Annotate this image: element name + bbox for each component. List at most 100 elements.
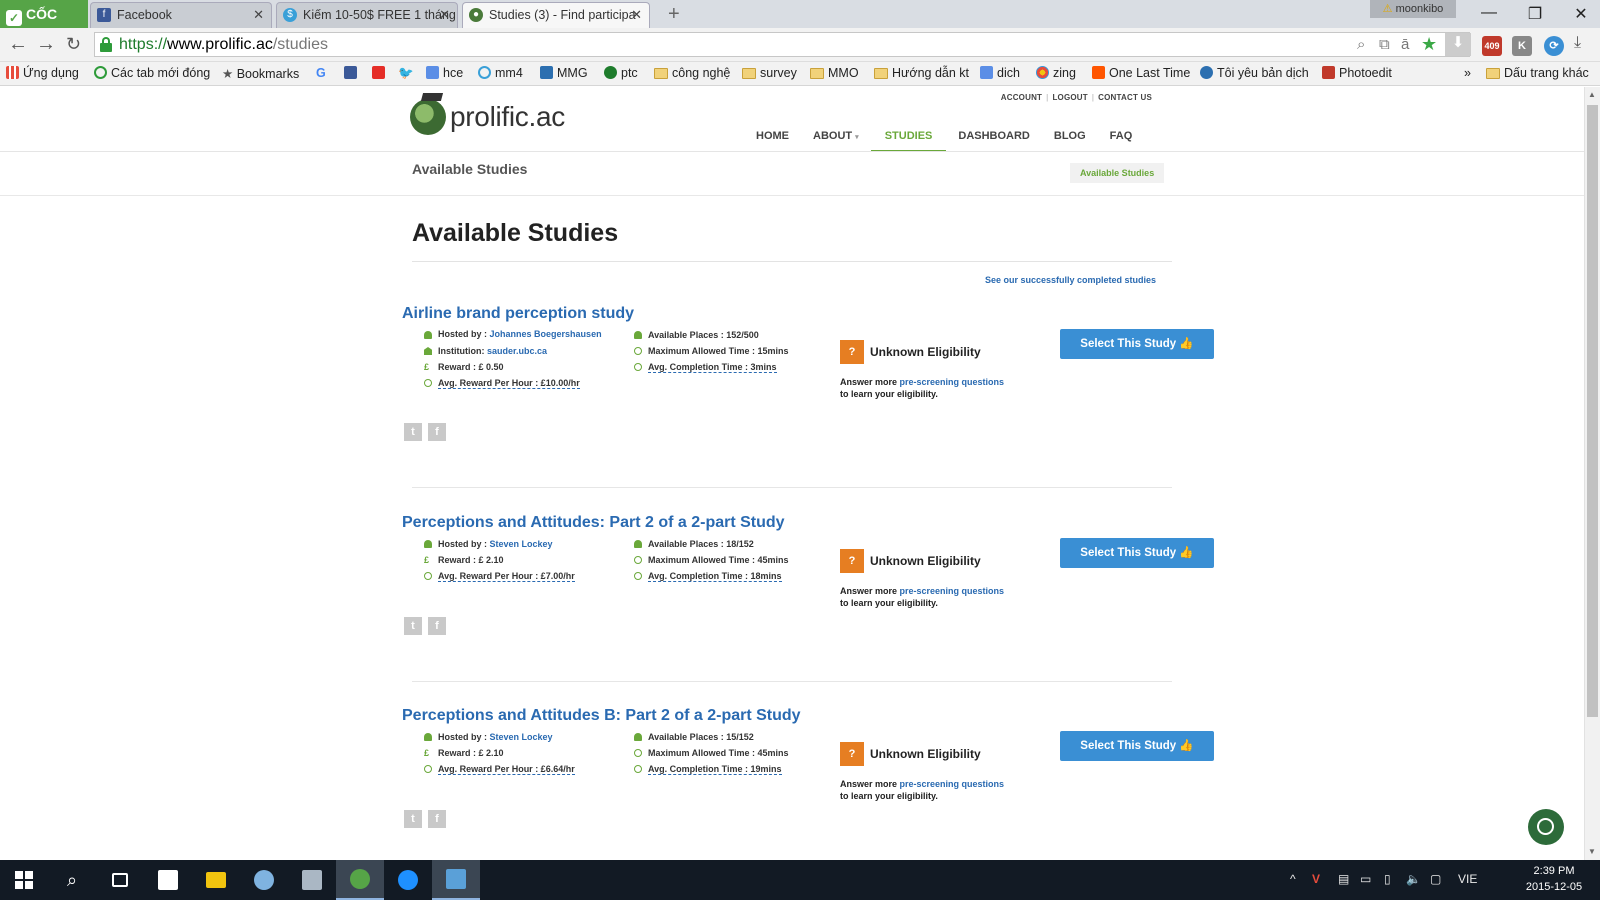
close-icon[interactable]: ✕ bbox=[439, 3, 450, 27]
bookmark-bookmarks[interactable]: ★ Bookmarks bbox=[222, 66, 299, 81]
facebook-share-icon[interactable]: f bbox=[428, 423, 446, 441]
study-title[interactable]: Airline brand perception study bbox=[402, 305, 634, 323]
facebook-share-icon[interactable]: f bbox=[428, 810, 446, 828]
nav-home[interactable]: HOME bbox=[744, 124, 801, 152]
bookmark-dich[interactable]: dich bbox=[980, 66, 1020, 80]
vivaldi-tray-icon[interactable]: V bbox=[1312, 872, 1320, 886]
study-title[interactable]: Perceptions and Attitudes: Part 2 of a 2… bbox=[402, 514, 785, 532]
back-icon[interactable]: ← bbox=[8, 33, 28, 56]
bookmark-recent-tabs[interactable]: Các tab mới đóng bbox=[94, 66, 210, 80]
bookmark-folder-huong-dan[interactable]: Hướng dẫn kt bbox=[874, 66, 969, 80]
store-icon[interactable] bbox=[144, 860, 192, 900]
minimize-icon[interactable]: — bbox=[1474, 4, 1504, 22]
close-icon[interactable]: ✕ bbox=[631, 3, 642, 27]
bookmark-mm4[interactable]: mm4 bbox=[478, 66, 523, 80]
vertical-scrollbar[interactable]: ▲ ▼ bbox=[1584, 87, 1600, 860]
task-view-icon[interactable] bbox=[96, 860, 144, 900]
close-window-icon[interactable]: ✕ bbox=[1566, 4, 1596, 24]
restore-icon[interactable]: ❐ bbox=[1520, 4, 1550, 24]
nav-dashboard[interactable]: DASHBOARD bbox=[946, 124, 1042, 152]
bookmark-folder-mmo[interactable]: MMO bbox=[810, 66, 859, 80]
close-icon[interactable]: ✕ bbox=[253, 3, 264, 27]
app-window-icon[interactable] bbox=[288, 860, 336, 900]
bookmark-folder-cong-nghe[interactable]: công nghệ bbox=[654, 66, 730, 80]
bookmark-folder-survey[interactable]: survey bbox=[742, 66, 797, 80]
tab-kiem[interactable]: $ Kiếm 10-50$ FREE 1 tháng ✕ bbox=[276, 2, 458, 28]
bookmark-zing[interactable]: zing bbox=[1036, 66, 1076, 80]
bookmark-mmg[interactable]: MMG bbox=[540, 66, 588, 80]
scroll-down-icon[interactable]: ▼ bbox=[1588, 847, 1596, 856]
coccoc-logo[interactable]: ✓CỐC CỐC bbox=[0, 0, 88, 50]
photos-icon[interactable] bbox=[432, 860, 480, 900]
tab-facebook[interactable]: f Facebook ✕ bbox=[90, 2, 272, 28]
twitter-share-icon[interactable]: t bbox=[404, 810, 422, 828]
notifications-icon[interactable]: ▢ bbox=[1430, 872, 1441, 886]
internet-explorer-icon[interactable] bbox=[384, 860, 432, 900]
bookmark-toi-yeu-ban-dich[interactable]: Tôi yêu bản dịch bbox=[1200, 66, 1309, 80]
nav-studies[interactable]: STUDIES bbox=[870, 124, 947, 152]
profile-badge[interactable]: ⚠ moonkibo bbox=[1370, 0, 1456, 18]
host-link[interactable]: Johannes Boegershausen bbox=[490, 329, 602, 339]
bookmark-ptc[interactable]: ptc bbox=[604, 66, 638, 80]
zoom-search-icon[interactable]: ⌕ bbox=[1357, 36, 1365, 53]
translate-icon[interactable]: ⧉ bbox=[1379, 36, 1390, 53]
facebook-share-icon[interactable]: f bbox=[428, 617, 446, 635]
downloads-icon[interactable]: ⤓ bbox=[1574, 34, 1581, 52]
twitter-icon[interactable]: 🐦 bbox=[398, 66, 414, 81]
tab-studies[interactable]: ● Studies (3) - Find participa ✕ bbox=[462, 2, 650, 28]
twitter-share-icon[interactable]: t bbox=[404, 423, 422, 441]
bookmark-hce[interactable]: hce bbox=[426, 66, 463, 80]
new-tab-icon[interactable]: + bbox=[668, 3, 680, 26]
pre-screening-link[interactable]: pre-screening questions bbox=[900, 377, 1005, 387]
network-icon[interactable]: ▭ bbox=[1360, 872, 1371, 886]
other-bookmarks[interactable]: Dấu trang khác bbox=[1486, 66, 1589, 80]
site-logo[interactable]: prolific.ac bbox=[410, 93, 565, 135]
language-indicator[interactable]: VIE bbox=[1458, 872, 1477, 886]
account-link[interactable]: ACCOUNT bbox=[1001, 93, 1042, 102]
download-arrow-icon[interactable]: ⬇ bbox=[1445, 33, 1471, 56]
coccoc-taskbar-icon[interactable] bbox=[336, 860, 384, 900]
bookmarks-overflow[interactable]: » bbox=[1464, 66, 1471, 80]
contact-us-link[interactable]: CONTACT US bbox=[1098, 93, 1152, 102]
tray-chevron-icon[interactable]: ^ bbox=[1290, 872, 1296, 886]
study-title[interactable]: Perceptions and Attitudes B: Part 2 of a… bbox=[402, 707, 801, 725]
gmail-extension-icon[interactable]: 409 bbox=[1482, 36, 1502, 56]
reload-icon[interactable]: ↻ bbox=[66, 34, 81, 55]
font-icon[interactable]: ā bbox=[1401, 36, 1409, 53]
nav-blog[interactable]: BLOG bbox=[1042, 124, 1098, 152]
chat-search-icon[interactable] bbox=[1528, 809, 1564, 845]
bookmark-one-last-time[interactable]: One Last Time bbox=[1092, 66, 1190, 80]
start-button[interactable] bbox=[0, 860, 48, 900]
battery-icon[interactable]: ▯ bbox=[1384, 872, 1391, 886]
pre-screening-link[interactable]: pre-screening questions bbox=[900, 586, 1005, 596]
nav-about[interactable]: ABOUT ▾ bbox=[801, 124, 871, 152]
tray-app-icon[interactable]: ▤ bbox=[1338, 872, 1349, 886]
search-icon[interactable]: ⌕ bbox=[48, 860, 96, 900]
sync-extension-icon[interactable]: ⟳ bbox=[1544, 36, 1564, 56]
select-study-button[interactable]: Select This Study 👍 bbox=[1060, 731, 1214, 761]
twitter-share-icon[interactable]: t bbox=[404, 617, 422, 635]
paint-icon[interactable] bbox=[240, 860, 288, 900]
host-link[interactable]: Steven Lockey bbox=[490, 539, 553, 549]
youtube-icon[interactable] bbox=[372, 66, 389, 80]
facebook-bookmark-icon[interactable] bbox=[344, 66, 361, 80]
system-clock[interactable]: 2:39 PM 2015-12-05 bbox=[1524, 863, 1584, 895]
address-bar[interactable]: https://www.prolific.ac/studies ⌕ ⧉ ā ★ … bbox=[94, 32, 1471, 57]
url-text[interactable]: https://www.prolific.ac/studies bbox=[119, 35, 328, 55]
host-link[interactable]: Steven Lockey bbox=[490, 732, 553, 742]
scroll-thumb[interactable] bbox=[1587, 105, 1598, 717]
forward-icon[interactable]: → bbox=[36, 33, 56, 56]
select-study-button[interactable]: Select This Study 👍 bbox=[1060, 538, 1214, 568]
file-explorer-icon[interactable] bbox=[192, 860, 240, 900]
volume-icon[interactable]: 🔈 bbox=[1406, 872, 1421, 886]
google-icon[interactable]: G bbox=[316, 66, 326, 80]
breadcrumb[interactable]: Available Studies bbox=[1070, 163, 1165, 183]
nav-faq[interactable]: FAQ bbox=[1098, 124, 1145, 152]
bookmark-star-icon[interactable]: ★ bbox=[1421, 34, 1437, 55]
bookmark-photoedit[interactable]: Photoedit bbox=[1322, 66, 1392, 80]
bookmark-apps[interactable]: Ứng dụng bbox=[6, 66, 79, 80]
completed-studies-link[interactable]: See our successfully completed studies bbox=[985, 275, 1156, 285]
institution-link[interactable]: sauder.ubc.ca bbox=[487, 346, 547, 356]
scroll-up-icon[interactable]: ▲ bbox=[1588, 90, 1596, 99]
k-extension-icon[interactable]: K bbox=[1512, 36, 1532, 56]
